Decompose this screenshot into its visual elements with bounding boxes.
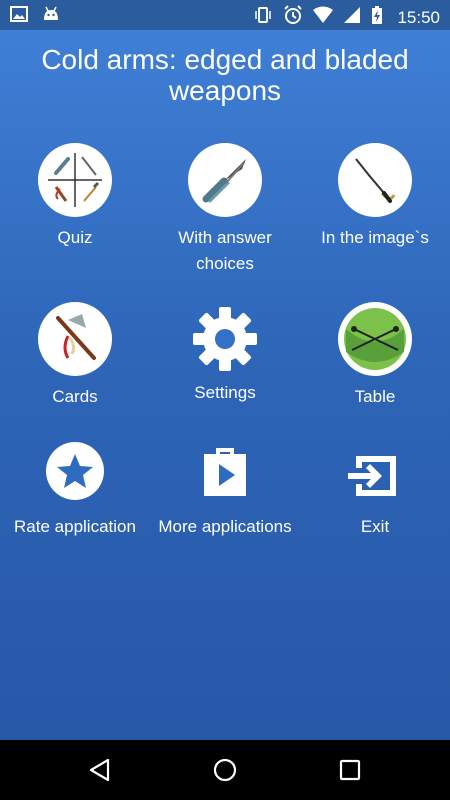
play-store-icon — [188, 440, 262, 514]
star-icon — [38, 440, 112, 514]
battery-charging-icon — [371, 5, 383, 30]
gear-icon — [188, 302, 262, 376]
cards-button[interactable]: Cards — [0, 302, 150, 410]
tomahawk-icon — [38, 302, 112, 376]
exit-button[interactable]: Exit — [300, 440, 450, 540]
sabre-icon — [338, 143, 412, 217]
exit-label: Exit — [360, 517, 390, 536]
gallery-notification-icon — [10, 6, 28, 27]
navigation-bar — [0, 740, 450, 800]
recent-apps-icon[interactable] — [338, 758, 362, 787]
more-apps-label: More applications — [158, 517, 292, 536]
answer-choices-button[interactable]: With answer choices — [150, 143, 300, 277]
page-title: Cold arms: edged and bladed weapons — [41, 44, 409, 106]
exit-icon — [338, 440, 412, 514]
wifi-icon — [313, 6, 334, 29]
alarm-icon — [283, 5, 303, 30]
cards-label: Cards — [52, 387, 98, 406]
table-label: Table — [354, 387, 396, 406]
crossed-swords-icon — [338, 302, 412, 376]
back-icon[interactable] — [88, 758, 112, 787]
quiz-button[interactable]: Quiz — [0, 143, 150, 251]
android-notification-icon — [42, 6, 60, 27]
vibrate-icon — [253, 6, 273, 29]
settings-label: Settings — [194, 383, 256, 402]
status-bar: 15:50 — [0, 0, 450, 30]
answer-choices-label: With answer choices — [178, 228, 272, 273]
main-screen: Cold arms: edged and bladed weapons Quiz — [0, 30, 450, 740]
weapons-quiz-icon — [38, 143, 112, 217]
settings-button[interactable]: Settings — [150, 302, 300, 406]
in-image-label: In the image`s — [321, 228, 429, 247]
rate-label: Rate application — [14, 517, 136, 536]
more-apps-button[interactable]: More applications — [150, 440, 300, 540]
in-image-button[interactable]: In the image`s — [300, 143, 450, 251]
signal-icon — [343, 6, 361, 29]
butterfly-knife-icon — [188, 143, 262, 217]
quiz-label: Quiz — [57, 228, 93, 247]
status-time: 15:50 — [397, 7, 440, 27]
home-icon[interactable] — [212, 758, 238, 787]
table-button[interactable]: Table — [300, 302, 450, 410]
rate-button[interactable]: Rate application — [0, 440, 150, 540]
